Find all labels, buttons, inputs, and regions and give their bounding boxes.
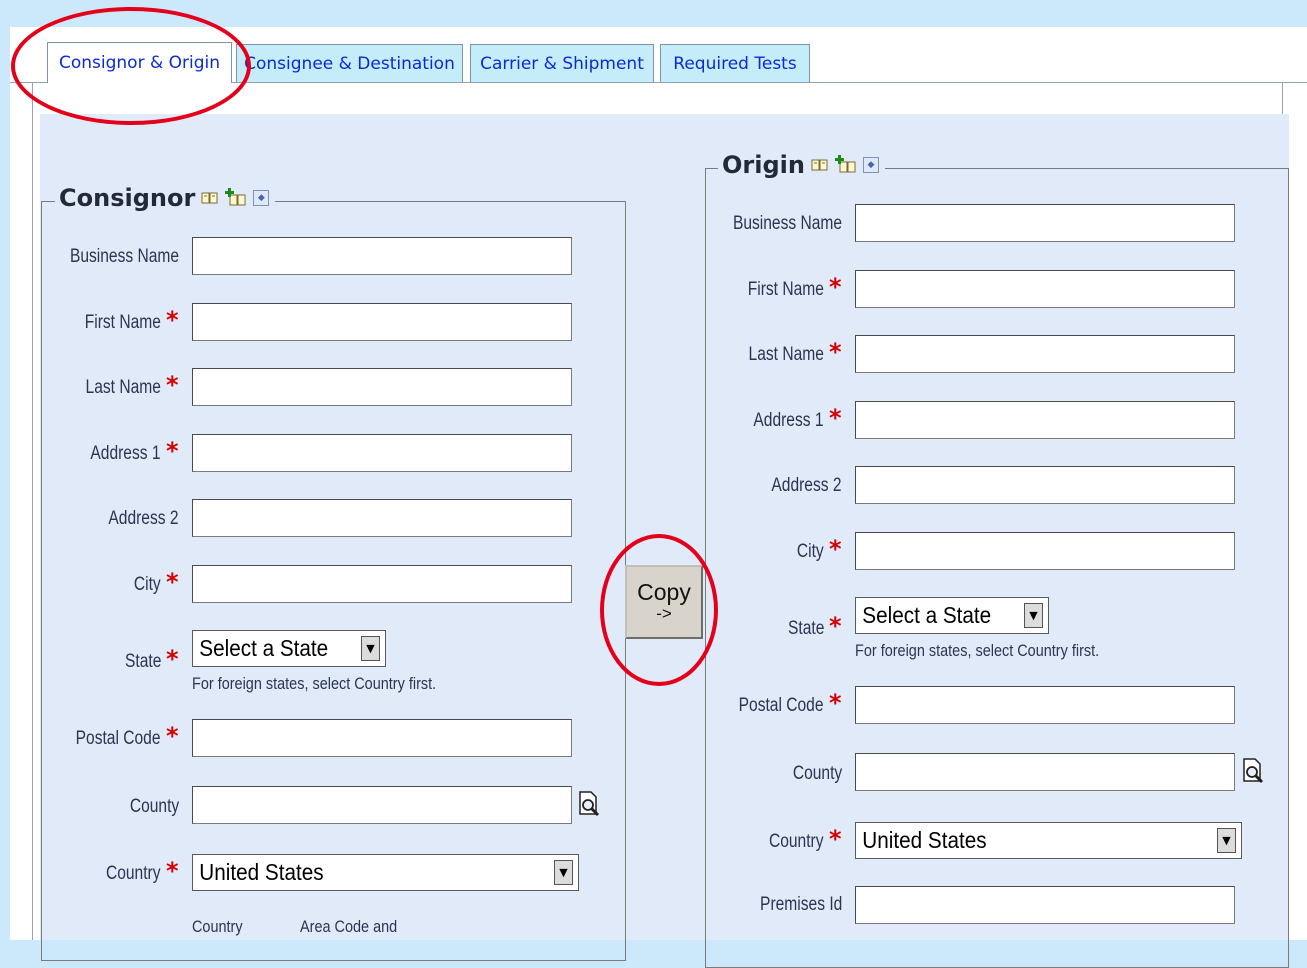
copy-consignor-to-origin-button[interactable]: Copy -> [625, 565, 703, 639]
county-lookup-icon[interactable] [577, 791, 601, 817]
consignor-address1-input[interactable] [192, 434, 572, 472]
origin-premises-id-input[interactable] [855, 886, 1235, 924]
county-lookup-icon[interactable] [1241, 758, 1265, 784]
origin-last-name-input[interactable] [855, 335, 1235, 373]
required-marker: * [166, 371, 179, 399]
origin-address2-label: Address 2 [771, 475, 842, 496]
consignor-postal-code-input[interactable] [192, 719, 572, 757]
collapse-toggle-icon[interactable]: ◆ [862, 157, 879, 173]
required-marker: * [829, 404, 842, 432]
origin-postal-code-input[interactable] [855, 686, 1235, 724]
required-marker: * [829, 338, 842, 366]
consignor-country-value: United States [199, 859, 324, 885]
origin-state-hint: For foreign states, select Country first… [855, 641, 1100, 660]
required-marker: * [829, 273, 842, 301]
consignor-business-name-input[interactable] [192, 237, 572, 275]
consignor-postal-code-label: Postal Code [76, 728, 161, 749]
origin-state-value: Select a State [862, 602, 992, 628]
origin-country-value: United States [862, 827, 987, 853]
chevron-down-icon[interactable]: ▼ [1217, 828, 1236, 853]
add-to-address-book-icon[interactable] [225, 188, 247, 208]
consignor-country-label: Country [106, 863, 161, 884]
consignor-first-name-label: First Name [84, 312, 161, 333]
required-marker: * [166, 857, 179, 885]
required-marker: * [166, 568, 179, 596]
required-marker: * [829, 825, 842, 853]
origin-address1-label: Address 1 [753, 410, 824, 431]
origin-address1-input[interactable] [855, 401, 1235, 439]
origin-postal-code-label: Postal Code [739, 695, 824, 716]
required-marker: * [829, 612, 842, 640]
chevron-down-icon[interactable]: ▼ [1024, 603, 1043, 628]
consignor-address2-label: Address 2 [108, 508, 179, 529]
origin-city-label: City [797, 541, 824, 562]
tab-carrier-shipment[interactable]: Carrier & Shipment [470, 44, 654, 82]
required-marker: * [166, 722, 179, 750]
tab-consignor-origin[interactable]: Consignor & Origin [47, 42, 232, 83]
origin-state-label: State [787, 618, 824, 639]
consignor-title: Consignor [59, 184, 196, 212]
required-marker: * [166, 437, 179, 465]
consignor-state-hint: For foreign states, select Country first… [192, 674, 437, 693]
origin-first-name-input[interactable] [855, 270, 1235, 308]
required-marker: * [166, 645, 179, 673]
consignor-county-input[interactable] [192, 786, 572, 824]
container-left-border [32, 82, 33, 940]
address-book-icon[interactable] [811, 158, 829, 172]
consignor-state-select[interactable]: Select a State ▼ [192, 630, 386, 667]
consignor-address2-input[interactable] [192, 499, 572, 537]
consignor-city-input[interactable] [192, 565, 572, 603]
origin-county-label: County [792, 763, 842, 784]
consignor-last-name-input[interactable] [192, 368, 572, 406]
consignor-address1-label: Address 1 [90, 443, 161, 464]
consignor-state-value: Select a State [199, 635, 329, 661]
required-marker: * [166, 306, 179, 334]
consignor-city-label: City [134, 574, 161, 595]
consignor-legend: Consignor ◆ [55, 184, 276, 212]
origin-last-name-label: Last Name [748, 344, 824, 365]
origin-business-name-label: Business Name [732, 213, 842, 234]
origin-state-select[interactable]: Select a State ▼ [855, 597, 1049, 634]
chevron-down-icon[interactable]: ▼ [554, 860, 573, 885]
origin-legend: Origin ◆ [718, 151, 885, 179]
consignor-county-label: County [129, 796, 179, 817]
copy-button-label: Copy [637, 579, 691, 605]
consignor-last-name-label: Last Name [85, 377, 161, 398]
consignor-country-select[interactable]: United States ▼ [192, 854, 579, 891]
required-marker: * [829, 689, 842, 717]
required-marker: * [829, 535, 842, 563]
origin-city-input[interactable] [855, 532, 1235, 570]
phone-area-code-header: Area Code and [300, 917, 398, 936]
consignor-business-name-label: Business Name [69, 246, 179, 267]
address-book-icon[interactable] [201, 191, 219, 205]
chevron-down-icon[interactable]: ▼ [361, 636, 380, 661]
origin-country-label: Country [769, 831, 824, 852]
origin-county-input[interactable] [855, 753, 1235, 791]
origin-country-select[interactable]: United States ▼ [855, 822, 1242, 859]
origin-address2-input[interactable] [855, 466, 1235, 504]
consignor-first-name-input[interactable] [192, 303, 572, 341]
tab-consignee-destination[interactable]: Consignee & Destination [236, 44, 463, 82]
origin-premises-id-label: Premises Id [759, 894, 842, 915]
phone-country-header: Country [192, 917, 243, 936]
tab-required-tests[interactable]: Required Tests [660, 44, 810, 82]
collapse-toggle-icon[interactable]: ◆ [253, 190, 270, 206]
origin-first-name-label: First Name [747, 279, 824, 300]
origin-title: Origin [722, 151, 805, 179]
copy-arrow: -> [656, 604, 672, 624]
consignor-state-label: State [124, 651, 161, 672]
origin-business-name-input[interactable] [855, 204, 1235, 242]
add-to-address-book-icon[interactable] [834, 155, 857, 175]
